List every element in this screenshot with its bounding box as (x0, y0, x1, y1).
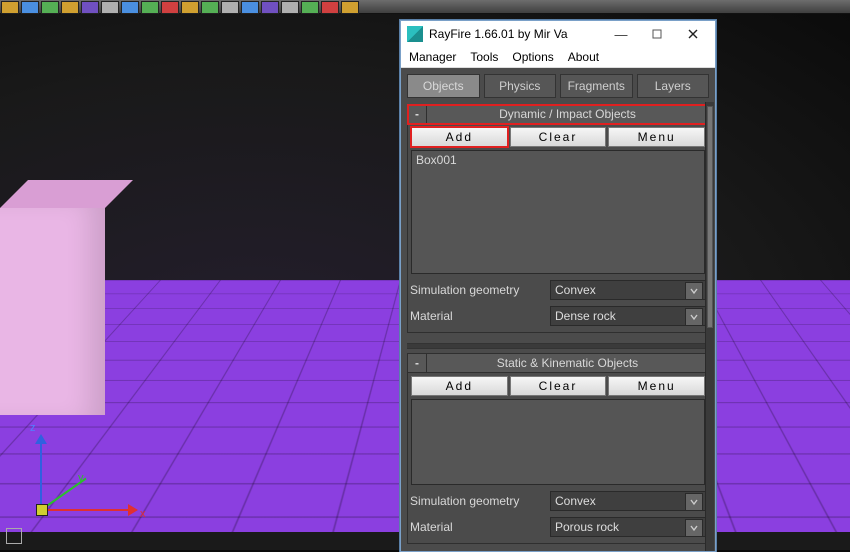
toolbar-icon[interactable] (321, 1, 339, 14)
scene-object-box[interactable] (0, 180, 105, 415)
maximize-icon (652, 29, 662, 39)
window-title: RayFire 1.66.01 by Mir Va (429, 27, 603, 41)
viewport-corner-handle[interactable] (6, 528, 22, 544)
toolbar-icon[interactable] (341, 1, 359, 14)
dynamic-simgeo-combo[interactable]: Convex (550, 280, 706, 300)
menu-bar: Manager Tools Options About (401, 47, 715, 68)
group-dynamic-objects: - Dynamic / Impact Objects Add Clear Men… (407, 104, 709, 333)
toolbar-icon[interactable] (281, 1, 299, 14)
toolbar-icon[interactable] (61, 1, 79, 14)
toolbar-icon[interactable] (181, 1, 199, 14)
dynamic-simgeo-value: Convex (555, 283, 596, 297)
rayfire-window: RayFire 1.66.01 by Mir Va — Manager Tool… (400, 20, 716, 552)
toolbar-icon[interactable] (21, 1, 39, 14)
static-clear-button[interactable]: Clear (510, 376, 607, 396)
dynamic-menu-button[interactable]: Menu (608, 127, 705, 147)
menu-tools[interactable]: Tools (470, 50, 498, 64)
toolbar-icon[interactable] (241, 1, 259, 14)
list-item[interactable]: Box001 (416, 153, 700, 167)
tab-objects[interactable]: Objects (407, 74, 480, 98)
collapse-toggle[interactable]: - (408, 105, 427, 123)
window-titlebar[interactable]: RayFire 1.66.01 by Mir Va — (401, 21, 715, 47)
app-icon (407, 26, 423, 42)
tab-physics[interactable]: Physics (484, 74, 557, 98)
static-add-button[interactable]: Add (411, 376, 508, 396)
axis-z-label: z (30, 422, 36, 434)
axis-gizmo[interactable]: x y z (8, 434, 138, 534)
static-object-list[interactable] (411, 399, 705, 485)
group-static-objects: - Static & Kinematic Objects Add Clear M… (407, 353, 709, 544)
chevron-down-icon (685, 519, 703, 537)
tab-fragments[interactable]: Fragments (560, 74, 633, 98)
dynamic-material-combo[interactable]: Dense rock (550, 306, 706, 326)
static-material-value: Porous rock (555, 520, 619, 534)
toolbar-icon[interactable] (41, 1, 59, 14)
dynamic-material-value: Dense rock (555, 309, 616, 323)
chevron-down-icon (685, 282, 703, 300)
toolbar-icon[interactable] (201, 1, 219, 14)
toolbar-icon[interactable] (261, 1, 279, 14)
panel-scrollbar[interactable] (705, 102, 714, 551)
group-dynamic-title: Dynamic / Impact Objects (427, 107, 708, 121)
group-dynamic-header[interactable]: - Dynamic / Impact Objects (408, 105, 708, 124)
group-static-title: Static & Kinematic Objects (427, 356, 708, 370)
axis-y-label: y (78, 472, 84, 484)
window-close-button[interactable] (675, 23, 711, 45)
dynamic-object-list[interactable]: Box001 (411, 150, 705, 274)
dynamic-simgeo-label: Simulation geometry (410, 283, 542, 297)
static-material-combo[interactable]: Porous rock (550, 517, 706, 537)
panel-body: Objects Physics Fragments Layers - Dynam… (401, 68, 715, 551)
dynamic-clear-button[interactable]: Clear (510, 127, 607, 147)
section-divider (407, 343, 709, 349)
menu-options[interactable]: Options (512, 50, 553, 64)
tab-layers[interactable]: Layers (637, 74, 710, 98)
static-simgeo-combo[interactable]: Convex (550, 491, 706, 511)
toolbar-icon[interactable] (301, 1, 319, 14)
toolbar-icon[interactable] (101, 1, 119, 14)
menu-manager[interactable]: Manager (409, 50, 456, 64)
chevron-down-icon (685, 493, 703, 511)
static-material-label: Material (410, 520, 542, 534)
toolbar-icon[interactable] (81, 1, 99, 14)
toolbar-icon[interactable] (121, 1, 139, 14)
dynamic-material-label: Material (410, 309, 542, 323)
axis-x-label: x (140, 508, 146, 520)
collapse-toggle[interactable]: - (408, 354, 427, 372)
toolbar-icon[interactable] (161, 1, 179, 14)
app-toolbar[interactable] (0, 0, 850, 14)
toolbar-icon[interactable] (1, 1, 19, 14)
toolbar-icon[interactable] (221, 1, 239, 14)
window-minimize-button[interactable]: — (603, 23, 639, 45)
toolbar-icon[interactable] (141, 1, 159, 14)
static-simgeo-value: Convex (555, 494, 596, 508)
tab-bar: Objects Physics Fragments Layers (407, 74, 709, 98)
scrollbar-thumb[interactable] (707, 106, 713, 328)
static-simgeo-label: Simulation geometry (410, 494, 542, 508)
group-static-header[interactable]: - Static & Kinematic Objects (408, 354, 708, 373)
window-maximize-button[interactable] (639, 23, 675, 45)
chevron-down-icon (685, 308, 703, 326)
dynamic-add-button[interactable]: Add (411, 127, 508, 147)
close-icon (688, 29, 698, 39)
static-menu-button[interactable]: Menu (608, 376, 705, 396)
menu-about[interactable]: About (568, 50, 599, 64)
